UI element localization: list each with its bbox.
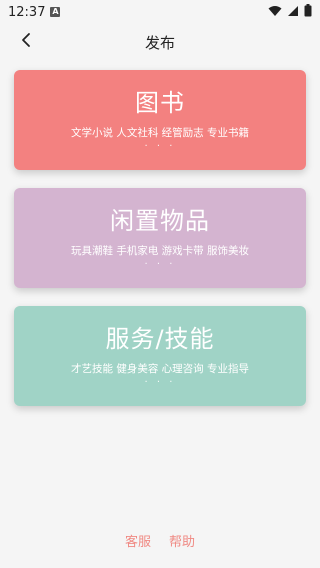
status-time: 12:37 [8,4,46,20]
category-card-services[interactable]: 服务/技能 才艺技能 健身美容 心理咨询 专业指导 · · · [14,306,306,406]
card-title: 闲置物品 [110,207,210,235]
card-subtitle: 才艺技能 健身美容 心理咨询 专业指导 [70,363,249,375]
help-link[interactable]: 帮助 [169,531,195,550]
card-title: 图书 [135,89,185,117]
battery-icon [304,4,312,20]
card-dots: · · · [144,377,176,388]
card-dots: · · · [144,259,176,270]
title-bar: 发布 [0,24,320,60]
status-bar: 12:37 A [0,0,320,24]
page-title: 发布 [144,33,175,52]
signal-icon [287,5,299,20]
customer-service-link[interactable]: 客服 [125,531,151,550]
card-dots: · · · [144,141,176,152]
category-card-idle-items[interactable]: 闲置物品 玩具潮鞋 手机家电 游戏卡带 服饰美妆 · · · [14,188,306,288]
notification-a-icon: A [50,7,61,17]
footer-links: 客服 帮助 [0,531,320,550]
category-cards: 图书 文学小说 人文社科 经管励志 专业书籍 · · · 闲置物品 玩具潮鞋 手… [0,60,320,406]
card-title: 服务/技能 [105,325,215,353]
status-left: 12:37 A [8,4,61,20]
publish-screen: 12:37 A 发布 图书 文学小说 人文社科 经管励志 专业书籍 · · · … [0,0,320,568]
wifi-icon [268,5,282,20]
card-subtitle: 玩具潮鞋 手机家电 游戏卡带 服饰美妆 [70,245,249,257]
category-card-books[interactable]: 图书 文学小说 人文社科 经管励志 专业书籍 · · · [14,70,306,170]
card-subtitle: 文学小说 人文社科 经管励志 专业书籍 [70,127,249,139]
status-right [268,4,312,20]
chevron-left-icon [20,32,32,52]
back-button[interactable] [14,30,38,54]
